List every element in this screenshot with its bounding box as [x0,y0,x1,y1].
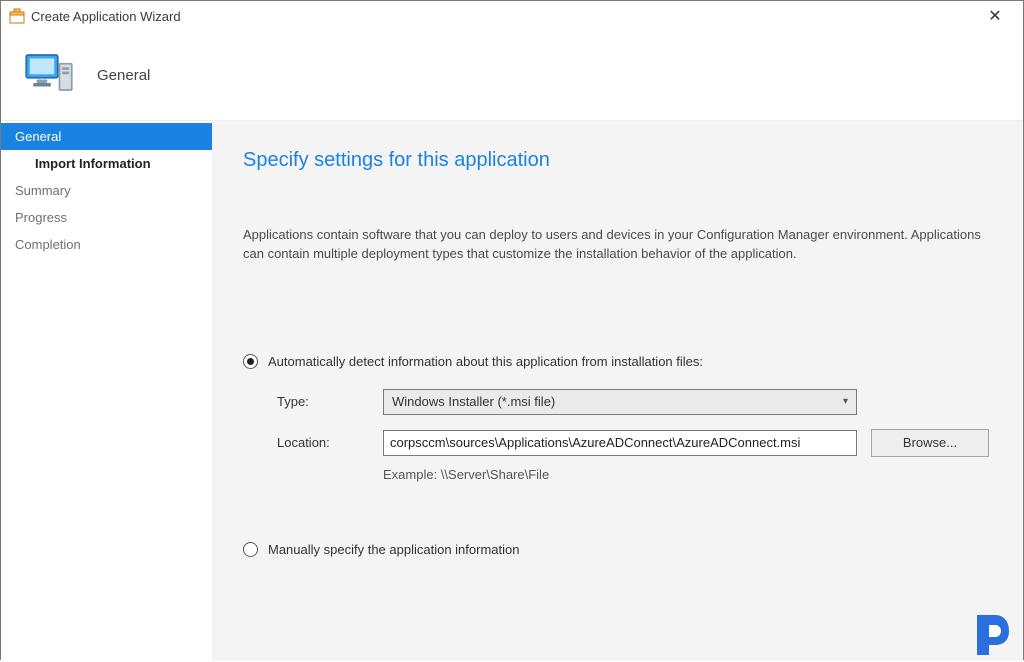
type-select[interactable]: Windows Installer (*.msi file) ▾ [383,389,857,415]
app-icon [9,8,25,24]
wizard-content: Specify settings for this application Ap… [213,121,1023,661]
window-title: Create Application Wizard [31,9,181,24]
page-title: General [97,67,150,84]
wizard-header: General [1,31,1023,121]
option-manual-label: Manually specify the application informa… [268,542,519,557]
radio-manual-icon[interactable] [243,542,258,557]
location-label: Location: [277,435,369,450]
content-description: Applications contain software that you c… [243,226,983,264]
sidebar-item-progress[interactable]: Progress [1,204,212,231]
option-manual[interactable]: Manually specify the application informa… [243,542,993,557]
sidebar-item-general[interactable]: General [1,123,212,150]
option-auto-label: Automatically detect information about t… [268,354,703,369]
type-select-value: Windows Installer (*.msi file) [392,394,555,409]
watermark-logo [969,611,1017,659]
location-input[interactable] [383,430,857,456]
content-heading: Specify settings for this application [243,149,993,172]
sidebar-item-summary[interactable]: Summary [1,177,212,204]
wizard-sidebar: General Import Information Summary Progr… [1,121,213,661]
close-button[interactable]: ✕ [975,2,1015,30]
chevron-down-icon: ▾ [843,396,848,407]
option-auto-detect[interactable]: Automatically detect information about t… [243,354,993,369]
sidebar-item-completion[interactable]: Completion [1,231,212,258]
sidebar-item-import-information[interactable]: Import Information [1,150,212,177]
location-example: Example: \\Server\Share\File [383,467,993,482]
wizard-monitor-icon [21,48,77,104]
titlebar: Create Application Wizard ✕ [1,1,1023,31]
browse-button[interactable]: Browse... [871,429,989,457]
type-label: Type: [277,394,369,409]
radio-auto-icon[interactable] [243,354,258,369]
